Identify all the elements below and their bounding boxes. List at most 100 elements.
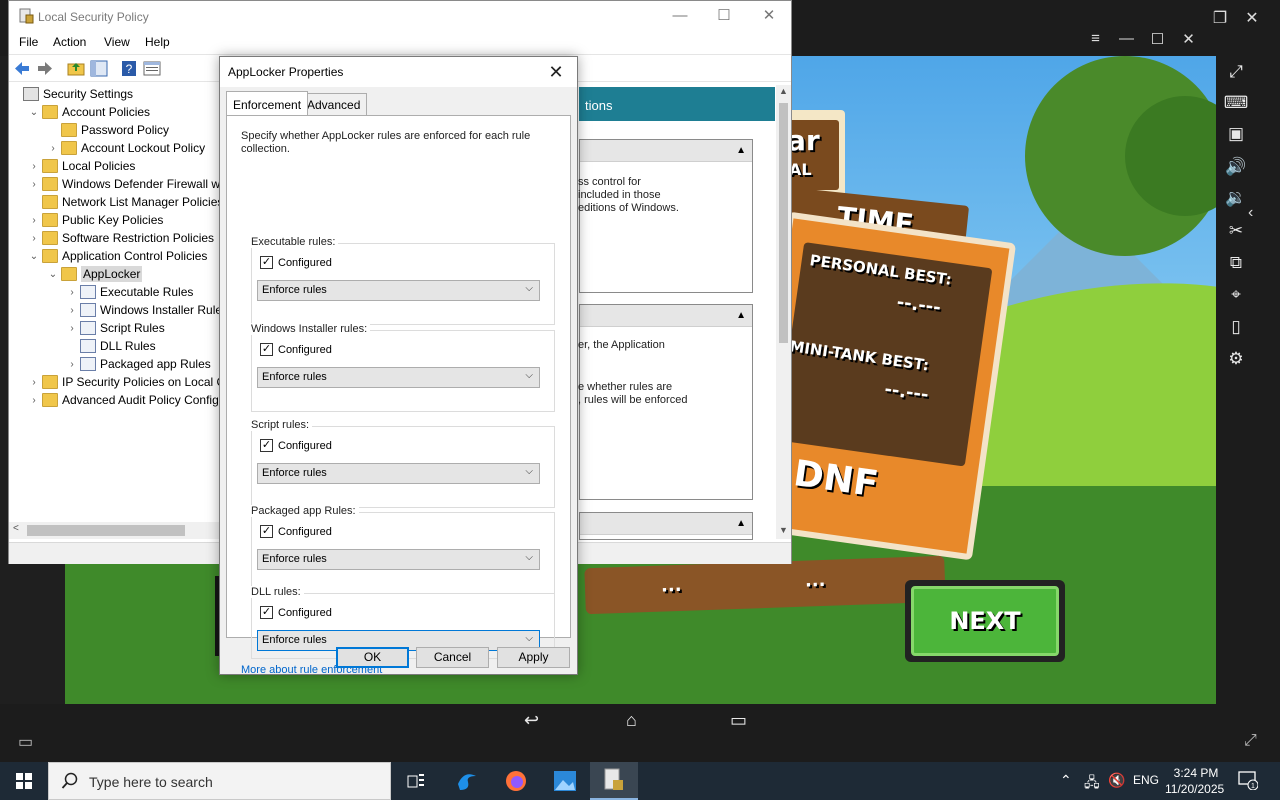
chevron-right-icon[interactable]: › (28, 395, 40, 406)
clock-date[interactable]: 11/20/2025 (1165, 782, 1224, 796)
check-icon[interactable]: ✓ (260, 525, 273, 538)
tree-horizontal-scrollbar[interactable]: < (9, 522, 227, 539)
forward-arrow-icon[interactable] (36, 60, 54, 77)
configured-checkbox[interactable]: ✓ Configured (260, 343, 332, 356)
chevron-right-icon[interactable]: › (28, 161, 40, 172)
tree-node[interactable]: › Account Lockout Policy (47, 139, 205, 157)
chevron-down-icon[interactable]: ⌄ (28, 107, 40, 118)
scroll-down-icon[interactable]: ▼ (779, 525, 788, 535)
configured-checkbox[interactable]: ✓ Configured (260, 439, 332, 452)
menu-icon[interactable]: ≡ (1080, 30, 1111, 48)
menu-action[interactable]: Action (53, 35, 86, 49)
configured-checkbox[interactable]: ✓ Configured (260, 525, 332, 538)
enforcement-select[interactable]: Enforce rules ⌵ (257, 549, 540, 570)
up-folder-icon[interactable] (67, 60, 85, 77)
language-indicator[interactable]: ENG (1133, 773, 1159, 787)
tree-node[interactable]: ⌄ AppLocker (47, 265, 143, 283)
volume-muted-icon[interactable]: 🔇 (1108, 772, 1125, 789)
recents-icon[interactable]: ▭ (730, 710, 747, 731)
chevron-right-icon[interactable]: › (28, 233, 40, 244)
check-icon[interactable]: ✓ (260, 343, 273, 356)
check-icon[interactable]: ✓ (260, 439, 273, 452)
enforcement-select[interactable]: Enforce rules ⌵ (257, 367, 540, 388)
chevron-right-icon[interactable]: › (66, 323, 78, 334)
chevron-right-icon[interactable]: › (47, 143, 59, 154)
chevron-right-icon[interactable]: › (66, 287, 78, 298)
tree-node[interactable]: › Windows Defender Firewall with (28, 175, 227, 193)
chevron-down-icon[interactable]: ⌄ (28, 251, 40, 262)
chevron-right-icon[interactable]: › (28, 215, 40, 226)
network-icon[interactable]: 🖧 (1084, 772, 1100, 796)
chevron-down-icon[interactable]: ⌄ (47, 269, 59, 280)
vertical-scrollbar[interactable]: ▲ ▼ (776, 85, 791, 539)
restore-icon[interactable]: ❐ (1204, 8, 1236, 28)
window-titlebar[interactable]: Local Security Policy — ☐ ✕ (9, 1, 791, 32)
scroll-left-icon[interactable]: < (13, 523, 19, 534)
scrollbar-thumb[interactable] (27, 525, 185, 536)
tree-node[interactable]: › Windows Installer Rules (66, 301, 227, 319)
scroll-up-icon[interactable]: ▲ (779, 86, 788, 96)
chevron-right-icon[interactable]: › (28, 377, 40, 388)
tree-node[interactable]: › IP Security Policies on Local Co (28, 373, 227, 391)
taskbar-search-box[interactable]: Type here to search (48, 762, 391, 800)
keyboard-icon[interactable]: ⌨ (1220, 89, 1252, 117)
tree-node[interactable]: Network List Manager Policies (28, 193, 223, 211)
tab-advanced[interactable]: Advanced (300, 93, 368, 115)
expand-icon[interactable]: ⤢ (1244, 732, 1257, 750)
clock-time[interactable]: 3:24 PM (1173, 766, 1219, 780)
cancel-button[interactable]: Cancel (416, 647, 489, 668)
next-button[interactable]: NEXT (905, 580, 1065, 662)
rotate-icon[interactable]: ▯ (1220, 313, 1252, 341)
apply-button[interactable]: Apply (497, 647, 570, 668)
taskbar-app-bluestacks[interactable] (443, 762, 491, 800)
check-icon[interactable]: ✓ (260, 256, 273, 269)
show-hide-tree-icon[interactable] (90, 60, 108, 77)
tree-node[interactable]: › Packaged app Rules (66, 355, 211, 373)
collapse-icon[interactable]: ▲ (736, 518, 746, 529)
tab-enforcement[interactable]: Enforcement (226, 91, 309, 115)
chevron-up-icon[interactable]: ⌃ (1060, 772, 1072, 789)
home-icon[interactable]: ⌂ (626, 710, 637, 731)
volume-up-icon[interactable]: 🔊 (1220, 153, 1252, 181)
tree-node[interactable]: › Software Restriction Policies (28, 229, 214, 247)
maximize-icon[interactable]: ☐ (1142, 30, 1173, 48)
close-button[interactable]: ✕ (541, 59, 571, 85)
multi-instance-icon[interactable]: ⧉ (1220, 249, 1252, 277)
tree-node[interactable]: Password Policy (47, 121, 169, 139)
tree-node[interactable]: ⌄ Account Policies (28, 103, 150, 121)
collapse-icon[interactable]: ▲ (736, 145, 746, 156)
tree-node[interactable]: Security Settings (9, 85, 133, 103)
ok-button[interactable]: OK (336, 647, 409, 668)
windows-start-icon[interactable] (0, 762, 48, 800)
task-view-button[interactable] (392, 762, 440, 800)
scrollbar-thumb[interactable] (779, 103, 788, 343)
screen-icon[interactable]: ▭ (18, 732, 33, 752)
tree-node[interactable]: › Executable Rules (66, 283, 193, 301)
tree-node[interactable]: DLL Rules (66, 337, 156, 355)
fullscreen-icon[interactable]: ⤢ (1220, 58, 1252, 86)
minimize-button[interactable]: — (657, 5, 703, 27)
configured-checkbox[interactable]: ✓ Configured (260, 606, 332, 619)
tree-node[interactable]: › Public Key Policies (28, 211, 163, 229)
enforcement-select[interactable]: Enforce rules ⌵ (257, 280, 540, 301)
properties-icon[interactable] (143, 60, 161, 77)
menu-help[interactable]: Help (145, 35, 170, 49)
tree-node[interactable]: › Advanced Audit Policy Configu (28, 391, 225, 409)
help-icon[interactable]: ? (120, 60, 138, 77)
enforcement-select[interactable]: Enforce rules ⌵ (257, 463, 540, 484)
taskbar-app-local-security-policy[interactable] (590, 762, 638, 800)
dialog-titlebar[interactable]: AppLocker Properties ✕ (220, 57, 577, 87)
back-icon[interactable]: ↩ (524, 710, 539, 731)
settings-icon[interactable]: ⚙ (1220, 345, 1252, 373)
configured-checkbox[interactable]: ✓ Configured (260, 256, 332, 269)
taskbar-app-photos[interactable] (541, 762, 589, 800)
back-arrow-icon[interactable] (13, 60, 31, 77)
chevron-right-icon[interactable]: › (66, 359, 78, 370)
location-icon[interactable]: ⌖ (1220, 281, 1252, 309)
tree-node[interactable]: ⌄ Application Control Policies (28, 247, 207, 265)
chevron-right-icon[interactable]: › (66, 305, 78, 316)
notification-icon[interactable]: 1 (1238, 770, 1258, 790)
tree-node[interactable]: › Local Policies (28, 157, 135, 175)
chevron-left-icon[interactable]: ‹ (1248, 204, 1253, 222)
close-icon[interactable]: ✕ (1236, 8, 1268, 28)
